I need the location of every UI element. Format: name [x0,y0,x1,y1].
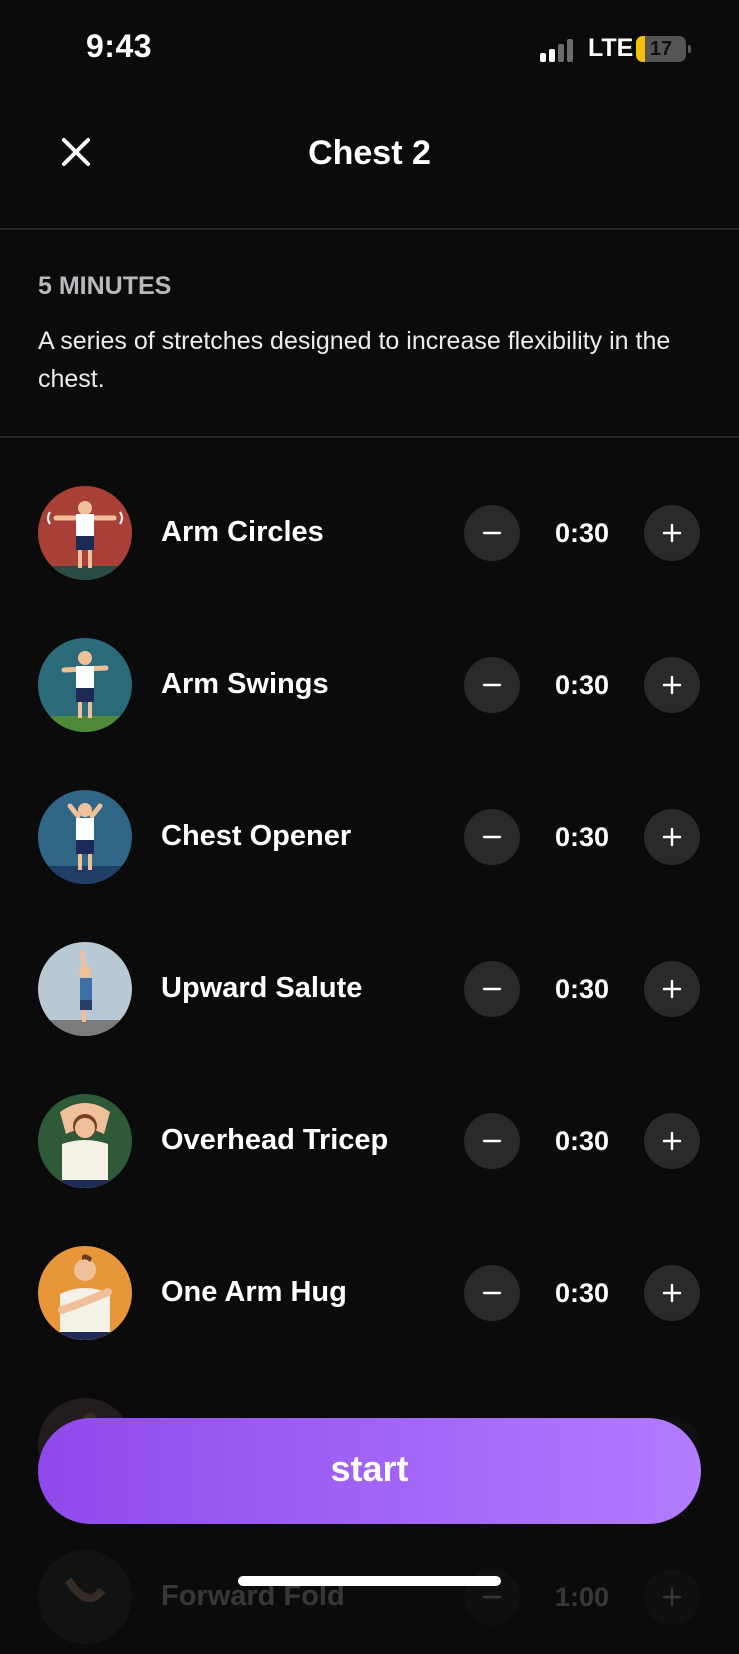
decrease-duration-button[interactable] [464,505,520,561]
exercise-duration: 0:30 [554,670,610,700]
battery-nub [688,45,691,53]
total-duration: 5 MINUTES [38,272,172,300]
increase-duration-button[interactable] [644,505,700,561]
exercise-name: Chest Opener [161,820,352,852]
decrease-duration-button[interactable] [464,1265,520,1321]
exercise-thumbnail [38,1094,132,1188]
minus-icon [482,1139,502,1143]
workout-description: A series of stretches designed to increa… [38,327,671,393]
page-title: Chest 2 [308,134,431,172]
exercise-duration: 0:30 [554,1278,610,1308]
network-type: LTE [588,34,634,62]
increase-duration-button[interactable] [644,1265,700,1321]
exercise-thumbnail [38,638,132,732]
exercise-row[interactable]: Chest Opener 0:30 [0,742,739,894]
plus-icon [662,1283,682,1303]
minus-icon [482,683,502,687]
exercise-row[interactable]: Upward Salute 0:30 [0,894,739,1046]
minus-icon [482,531,502,535]
increase-duration-button[interactable] [644,657,700,713]
home-indicator[interactable] [238,1576,501,1586]
increase-duration-button[interactable] [644,809,700,865]
exercise-row[interactable]: Arm Swings 0:30 [0,590,739,742]
battery-level: 17 [649,38,673,60]
signal-icon [540,38,578,62]
plus-icon [662,979,682,999]
plus-icon [662,827,682,847]
increase-duration-button[interactable] [644,1113,700,1169]
start-button[interactable]: start [38,1418,701,1524]
exercise-row[interactable]: Overhead Tricep 0:30 [0,1046,739,1198]
exercise-duration: 1:00 [554,1582,610,1612]
decrease-duration-button[interactable] [464,1113,520,1169]
exercise-duration: 0:30 [554,518,610,548]
exercise-row[interactable]: One Arm Hug 0:30 [0,1198,739,1350]
exercise-name: One Arm Hug [161,1276,347,1308]
exercise-name: Arm Circles [161,516,324,548]
decrease-duration-button[interactable] [464,657,520,713]
exercise-name: Upward Salute [161,972,363,1004]
minus-icon [482,835,502,839]
decrease-duration-button[interactable] [464,961,520,1017]
status-time: 9:43 [86,28,153,64]
exercise-thumbnail [38,1246,132,1340]
increase-duration-button[interactable] [644,1569,700,1625]
workout-details: 5 MINUTES A series of stretches designed… [0,230,739,438]
exercise-name: Arm Swings [161,668,329,700]
plus-icon [662,675,682,695]
status-bar: 9:43 LTE 17 [0,0,739,100]
exercise-row[interactable]: Arm Circles 0:30 [0,438,739,590]
plus-icon [662,1131,682,1151]
battery-icon: 17 [636,36,686,62]
exercise-duration: 0:30 [554,822,610,852]
header: Chest 2 [0,100,739,230]
minus-icon [482,1595,502,1599]
exercise-duration: 0:30 [554,1126,610,1156]
minus-icon [482,1291,502,1295]
exercise-duration: 0:30 [554,974,610,1004]
start-label: start [330,1448,409,1489]
increase-duration-button[interactable] [644,961,700,1017]
exercise-name: Overhead Tricep [161,1124,389,1156]
plus-icon [662,523,682,543]
decrease-duration-button[interactable] [464,809,520,865]
minus-icon [482,987,502,991]
exercise-thumbnail [38,1550,132,1644]
exercise-thumbnail [38,942,132,1036]
exercise-thumbnail [38,790,132,884]
exercise-thumbnail [38,486,132,580]
plus-icon [662,1587,682,1607]
